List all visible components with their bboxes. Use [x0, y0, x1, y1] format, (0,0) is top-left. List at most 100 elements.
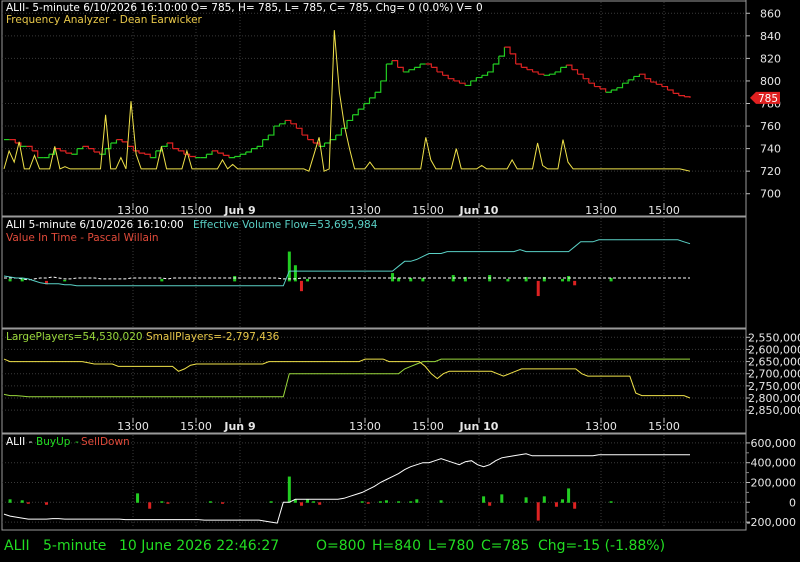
buysell-bar [409, 501, 413, 503]
price-step-segment [178, 150, 185, 155]
flow-bar [160, 278, 164, 282]
large-players-label: LargePlayers=54,530,020 [6, 331, 143, 343]
buysell-bar [299, 502, 303, 506]
price-step-segment [347, 114, 354, 122]
price-step-segment [110, 139, 118, 144]
players-x-tick-label: 13:00 [117, 420, 149, 433]
price-step-segment [234, 154, 241, 158]
price-step-segment [60, 150, 67, 154]
price-step-segment [628, 76, 635, 81]
price-y-tick-label: 860 [760, 7, 781, 20]
price-step-segment [526, 69, 534, 72]
price-step-segment [645, 78, 652, 83]
price-step-segment [465, 80, 472, 87]
buysell-bar [439, 500, 443, 503]
flow-bar [287, 251, 291, 282]
buysell-bar [318, 502, 322, 505]
flow-header: ALII 5-minute 6/10/2026 16:10:00 [6, 219, 184, 231]
price-step-segment [661, 85, 669, 90]
flow-bar [561, 278, 565, 282]
buysell-y-tick-label: 200,000 [751, 476, 797, 489]
price-step-segment [639, 73, 646, 79]
buysell-bar [160, 501, 164, 503]
price-y-tick-label: 760 [760, 120, 781, 133]
price-step-segment [268, 126, 275, 136]
price-step-segment [470, 77, 477, 82]
price-step-segment [678, 95, 685, 97]
price-step-segment [93, 151, 101, 155]
flow-bar [233, 276, 237, 282]
flow-bar [306, 278, 310, 282]
price-step-segment [594, 85, 601, 89]
status-interval: 5-minute [43, 538, 107, 554]
price-step-segment [206, 150, 213, 155]
price-step-segment [324, 139, 331, 144]
price-step-segment [555, 67, 562, 73]
flow-bar [573, 280, 577, 286]
buysell-bar [384, 500, 388, 503]
price-step-segment [532, 71, 539, 75]
price-step-segment [138, 152, 146, 155]
price-step-segment [330, 135, 337, 141]
large-players-line [3, 358, 690, 398]
price-x-tick-label: 15:00 [412, 204, 444, 217]
last-price-marker-label: 785 [758, 93, 778, 105]
price-step-segment [302, 134, 309, 140]
players-y-tick-label: 2,550,000 [748, 331, 800, 344]
flow-bar [299, 280, 303, 292]
players-x-tick-label: 13:00 [585, 420, 617, 433]
buyup-selldown-line [3, 453, 690, 524]
status-symbol: ALII [4, 538, 30, 554]
buysell-bar [366, 502, 370, 504]
price-step-segment [358, 103, 365, 110]
price-step-segment [515, 63, 522, 68]
price-step-segment [391, 60, 399, 68]
buysell-bar [26, 502, 30, 504]
price-step-segment [650, 81, 657, 85]
price-step-segment [77, 146, 84, 150]
price-step-segment [262, 135, 269, 141]
price-step-segment [212, 150, 219, 154]
price-step-segment [88, 148, 95, 152]
buysell-bar [269, 501, 273, 503]
buysell-bar [554, 502, 558, 507]
players-x-tick-label: 15:00 [412, 420, 444, 433]
buysell-y-tick-label: -200,000 [747, 516, 796, 529]
price-step-segment [65, 152, 73, 155]
buysell-bar [208, 501, 212, 503]
status-open: O=800 [316, 538, 366, 554]
price-step-segment [481, 71, 489, 76]
price-x-tick-label: 15:00 [648, 204, 680, 217]
price-step-segment [538, 73, 545, 76]
buysell-y-tick-label: 600,000 [751, 437, 797, 450]
price-step-segment [566, 64, 573, 70]
price-step-segment [414, 64, 421, 69]
price-step-segment [684, 96, 691, 98]
price-step-segment [245, 148, 253, 153]
status-datetime: 10 June 2026 22:46:27 [119, 538, 280, 554]
price-step-segment [228, 156, 236, 159]
panel-frame-3 [1, 328, 747, 434]
status-high: H=840 [372, 538, 421, 554]
buysell-bar [397, 501, 401, 503]
value-in-time-label: Value In Time - Pascal Willain [6, 232, 159, 244]
status-close: C=785 [481, 538, 530, 554]
players-y-tick-label: 2,850,000 [748, 404, 800, 417]
price-y-tick-label: 720 [760, 165, 781, 178]
price-step-segment [673, 92, 680, 96]
price-step-segment [622, 79, 629, 84]
small-players-line [3, 358, 691, 399]
price-x-tick-label: 13:00 [585, 204, 617, 217]
players-y-tick-label: 2,700,000 [748, 368, 800, 381]
price-step-segment [549, 71, 556, 75]
buysell-bar [500, 494, 504, 503]
players-x-tick-label: 13:00 [349, 420, 381, 433]
buysell-bar [166, 502, 170, 504]
price-step-segment [144, 153, 151, 158]
price-step-segment [223, 154, 230, 158]
players-y-tick-label: 2,750,000 [748, 380, 800, 393]
buysell-bar [312, 501, 316, 503]
price-step-segment [431, 66, 438, 72]
price-step-segment [498, 47, 506, 57]
price-step-segment [667, 89, 674, 94]
